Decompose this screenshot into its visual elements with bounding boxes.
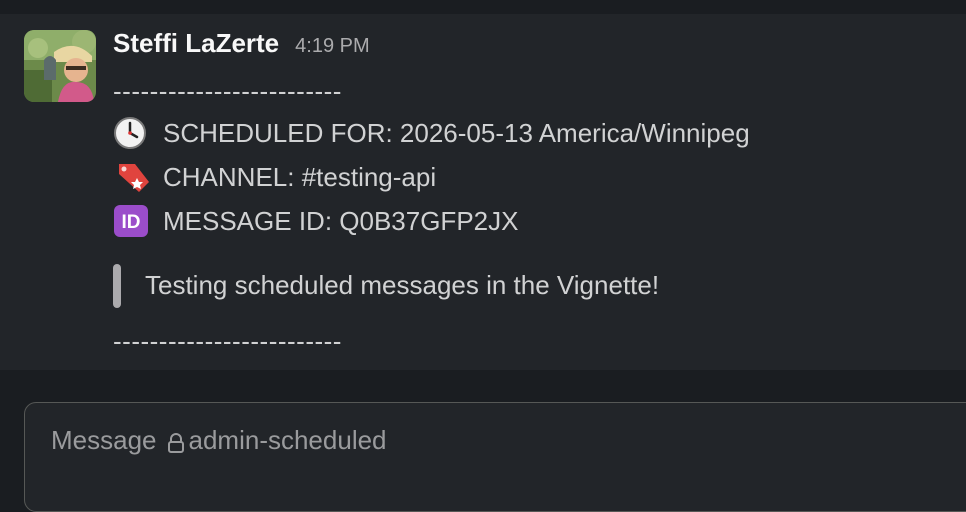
composer-channel-name: admin-scheduled — [188, 425, 387, 455]
channel-line: CHANNEL: #testing-api — [113, 160, 436, 194]
composer-placeholder[interactable]: Message admin-scheduled — [51, 425, 387, 456]
separator-bottom: ------------------------- — [113, 326, 342, 356]
top-bar — [0, 0, 966, 14]
message-id-line: ID MESSAGE ID: Q0B37GFP2JX — [113, 204, 518, 238]
quote-bar — [113, 264, 121, 308]
message-id-text: MESSAGE ID: Q0B37GFP2JX — [163, 206, 519, 236]
bookmark-tag-icon — [113, 160, 153, 194]
message-item[interactable]: Steffi LaZerte 4:19 PM -----------------… — [0, 14, 966, 370]
separator-top: ------------------------- — [113, 76, 342, 106]
message-timestamp[interactable]: 4:19 PM — [295, 35, 369, 58]
message-composer[interactable]: Message admin-scheduled — [24, 402, 966, 512]
svg-text:ID: ID — [122, 212, 141, 233]
message-header: Steffi LaZerte 4:19 PM — [113, 28, 370, 64]
channel-text: CHANNEL: #testing-api — [163, 162, 437, 192]
scheduled-for-text: SCHEDULED FOR: 2026-05-13 America/Winnip… — [163, 118, 750, 148]
clock-icon — [113, 116, 153, 150]
lock-icon — [167, 430, 185, 453]
composer-placeholder-prefix: Message — [51, 425, 157, 455]
author-name[interactable]: Steffi LaZerte — [113, 28, 279, 59]
quote-text: Testing scheduled messages in the Vignet… — [145, 270, 660, 300]
avatar[interactable] — [24, 30, 96, 102]
id-badge-icon: ID — [113, 204, 153, 238]
scheduled-line: SCHEDULED FOR: 2026-05-13 America/Winnip… — [113, 116, 750, 150]
